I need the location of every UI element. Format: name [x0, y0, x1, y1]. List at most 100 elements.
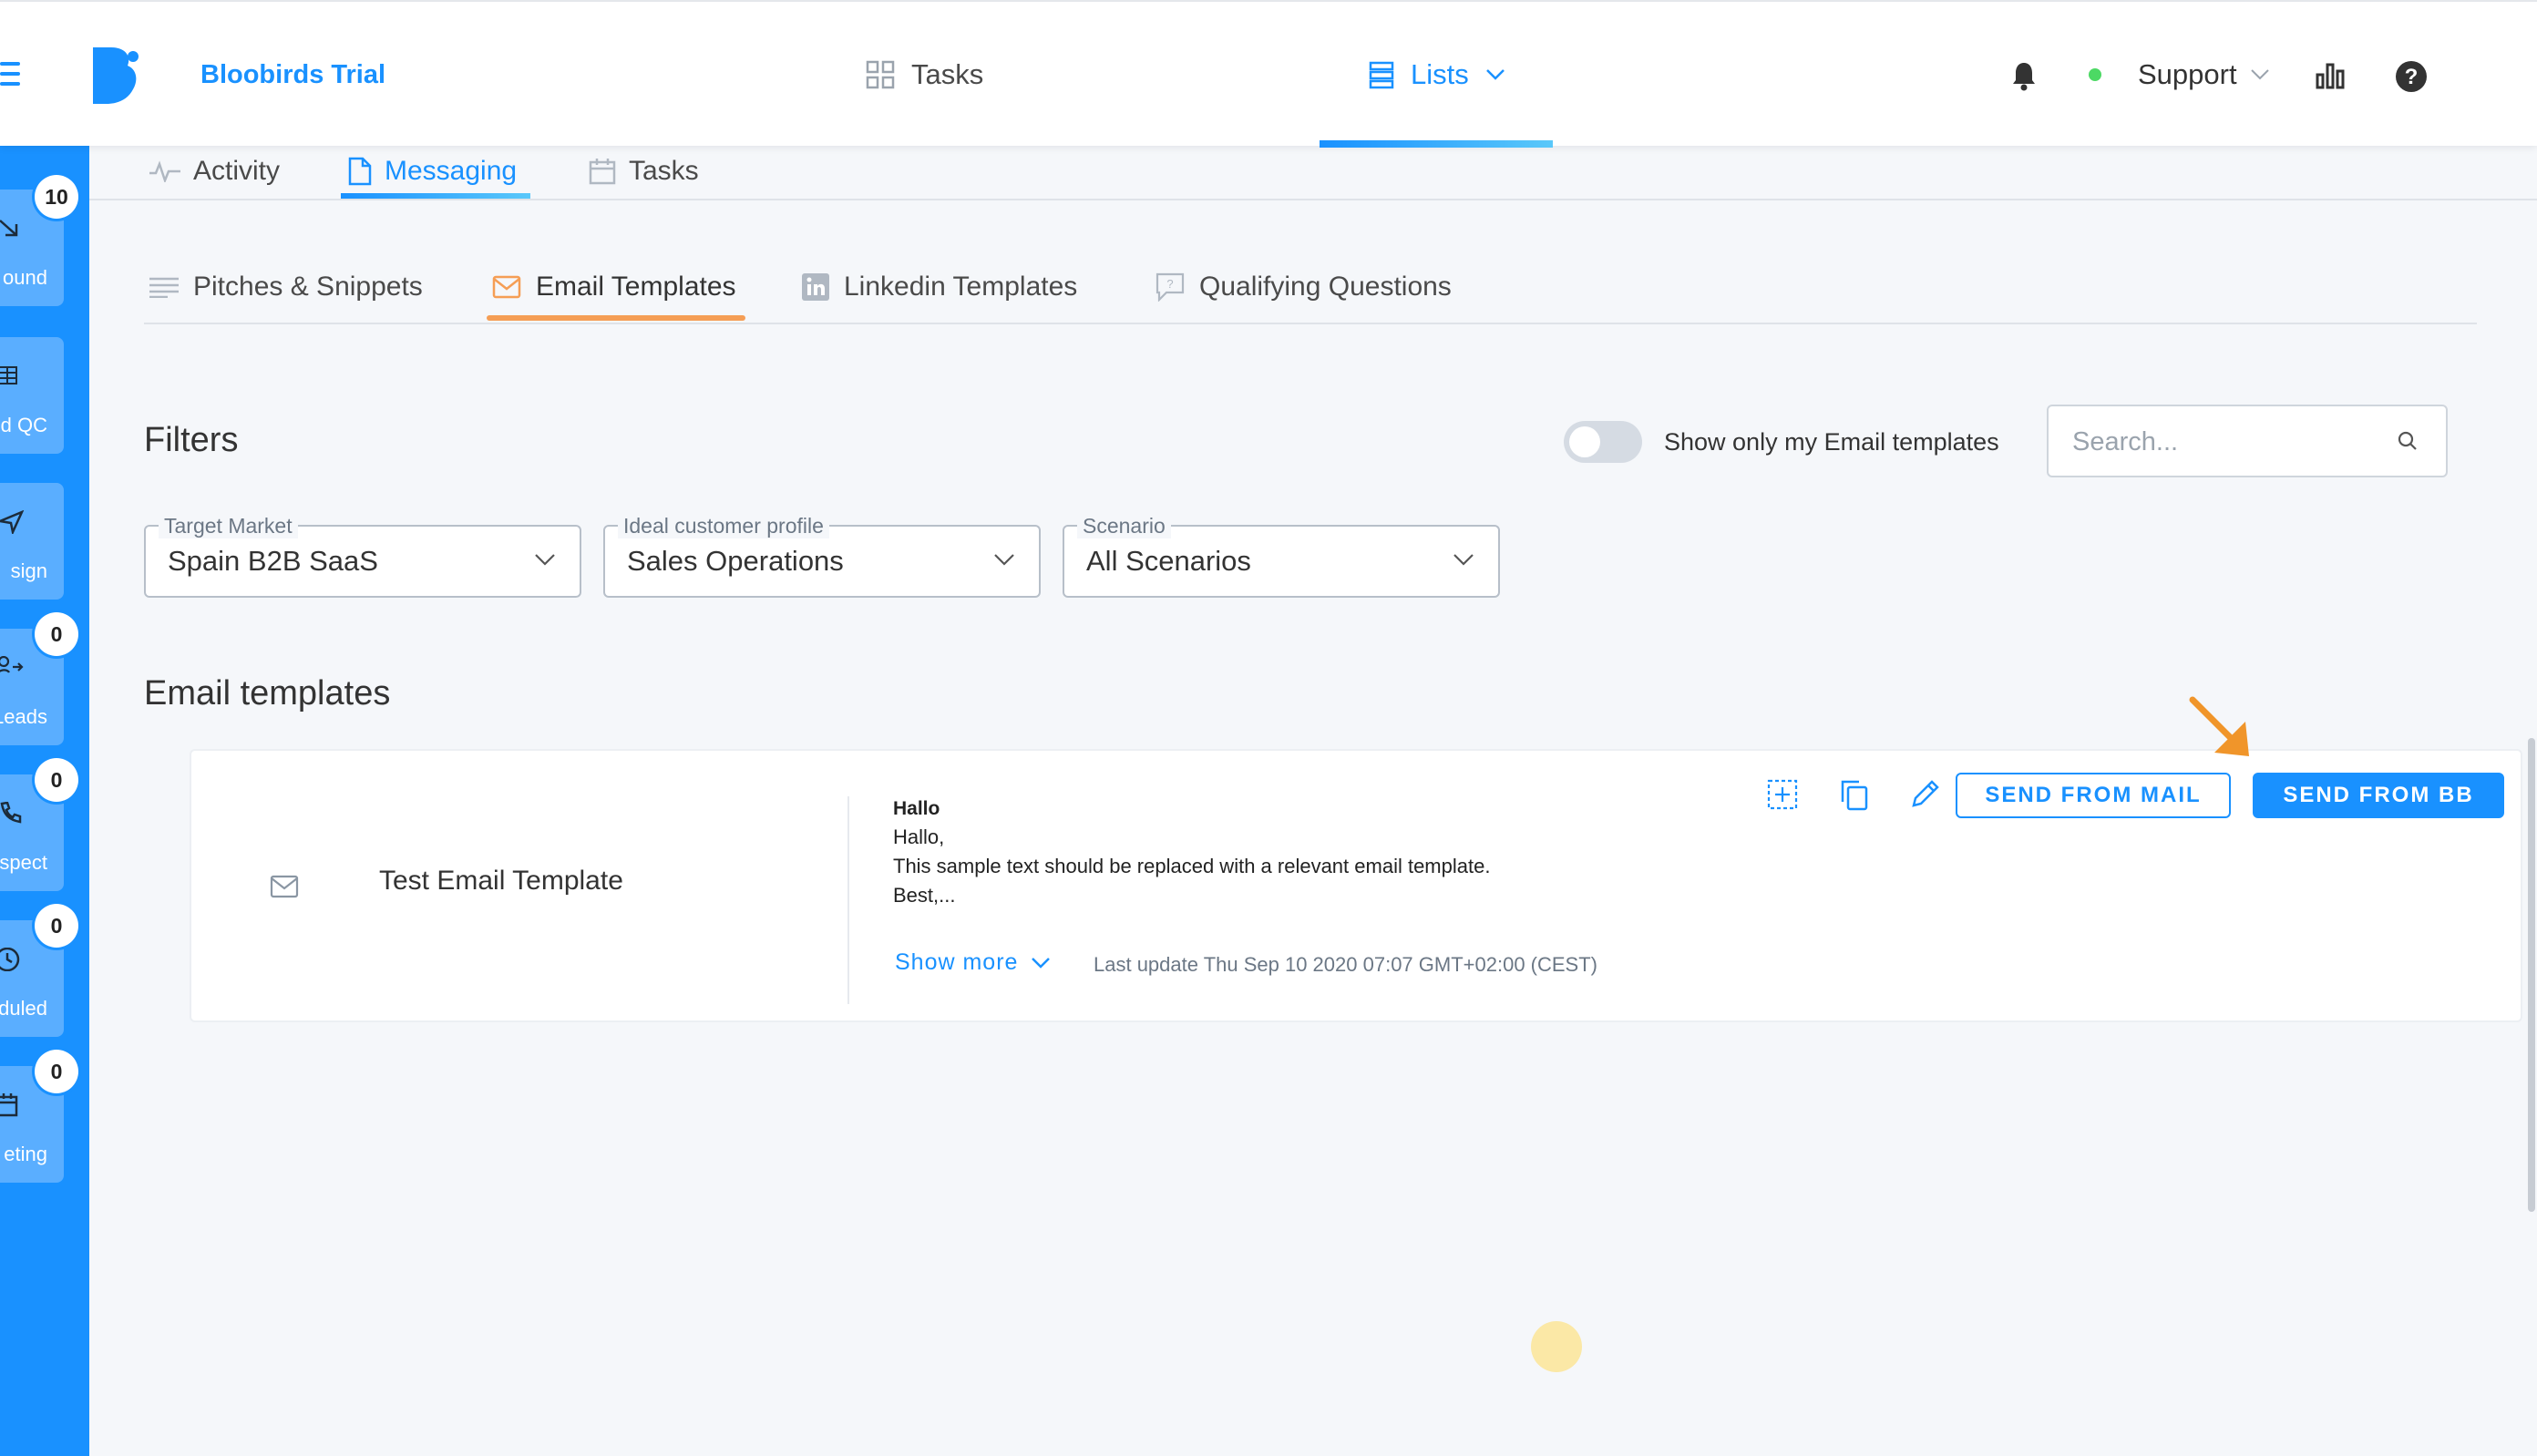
template-name: Test Email Template [379, 866, 623, 896]
tab-tasks[interactable]: Tasks [589, 146, 699, 197]
cursor-highlight [1531, 1321, 1582, 1372]
ideal-customer-profile-select[interactable]: Ideal customer profile Sales Operations [603, 514, 1041, 598]
calendar-icon [589, 159, 616, 185]
show-more-link[interactable]: Show more [895, 949, 1051, 976]
list-icon [1369, 61, 1394, 89]
tab-label: Messaging [385, 156, 518, 186]
my-templates-toggle[interactable] [1564, 421, 1642, 463]
document-icon [348, 157, 372, 186]
template-body-line: Best,... [893, 884, 956, 907]
divider [847, 796, 849, 1004]
tab-label: Activity [193, 156, 281, 186]
select-label: Ideal customer profile [618, 514, 829, 538]
user-arrow-icon [0, 656, 24, 673]
sidebar-item-label: eduled [0, 997, 47, 1020]
sidebar-item-label: sign [10, 559, 47, 582]
count-badge: 10 [35, 175, 78, 219]
chevron-down-icon [2250, 69, 2269, 80]
template-card: Test Email Template Hallo Hallo, This sa… [190, 749, 2522, 1022]
tab-activity[interactable]: Activity [149, 146, 280, 197]
menu-icon[interactable] [0, 62, 20, 86]
chevron-down-icon [1485, 69, 1505, 80]
mail-icon [270, 875, 299, 898]
send-from-mail-button[interactable]: SEND FROM MAIL [1956, 773, 2231, 818]
select-label: Scenario [1077, 514, 1171, 538]
tab-label: Tasks [629, 156, 699, 186]
lines-icon [149, 277, 179, 298]
active-tab-indicator [341, 193, 530, 199]
sidebar-item-label: spect [0, 851, 47, 874]
scrollbar[interactable] [2528, 738, 2535, 1212]
tab-pitches-snippets[interactable]: Pitches & Snippets [149, 264, 423, 310]
tab-qualifying-questions[interactable]: ? Qualifying Questions [1156, 264, 1452, 310]
count-badge: 0 [35, 1050, 78, 1093]
tab-label: Qualifying Questions [1199, 272, 1452, 302]
edit-pencil-icon[interactable] [1908, 778, 1941, 811]
user-menu[interactable]: Support [2089, 58, 2270, 91]
text-fade [893, 906, 1531, 915]
nav-lists-label: Lists [1411, 58, 1469, 90]
nav-tasks[interactable]: Tasks [866, 58, 983, 91]
template-body-line: Hallo, [893, 825, 945, 848]
top-bar: Bloobirds Trial Tasks Lists Support ? [0, 0, 2537, 148]
pointer-arrow-icon [2189, 696, 2249, 756]
select-value: All Scenarios [1086, 545, 1251, 577]
scenario-select[interactable]: Scenario All Scenarios [1063, 514, 1500, 598]
brand-name[interactable]: Bloobirds Trial [200, 60, 385, 90]
send-icon [0, 510, 24, 534]
sidebar-item-label: ound [3, 266, 47, 289]
copy-icon[interactable] [1839, 778, 1870, 811]
chevron-down-icon [1032, 957, 1051, 969]
sidebar-item-qc[interactable]: d QC [0, 337, 64, 454]
sidebar-item-label: eting [4, 1143, 47, 1165]
active-nav-indicator [1320, 140, 1553, 148]
clock-icon [0, 948, 20, 971]
active-template-tab-indicator [487, 315, 745, 321]
tab-label: Pitches & Snippets [193, 272, 423, 302]
bar-chart-icon[interactable] [2315, 62, 2346, 89]
select-value: Spain B2B SaaS [168, 545, 378, 577]
filters-title: Filters [144, 421, 239, 459]
arrow-down-right-icon [0, 220, 18, 237]
target-market-select[interactable]: Target Market Spain B2B SaaS [144, 514, 581, 598]
svg-text:?: ? [1166, 277, 1173, 291]
svg-text:?: ? [2405, 65, 2419, 89]
tab-label: Email Templates [536, 272, 736, 302]
template-subject: Hallo [893, 798, 940, 819]
tab-linkedin-templates[interactable]: Linkedin Templates [802, 264, 1077, 310]
search-input[interactable] [2072, 423, 2373, 461]
chevron-down-icon [1453, 554, 1474, 566]
add-to-template-icon[interactable] [1766, 778, 1799, 811]
activity-icon [149, 160, 180, 182]
calendar-icon [0, 1093, 18, 1117]
tab-email-templates[interactable]: Email Templates [492, 264, 736, 310]
user-name: Support [2138, 58, 2237, 90]
send-from-bb-button[interactable]: SEND FROM BB [2253, 773, 2504, 818]
select-label: Target Market [159, 514, 298, 538]
lead-subtabs: Activity Messaging Tasks [89, 146, 2537, 200]
sidebar-item-assign[interactable]: sign [0, 483, 64, 600]
sidebar-item-label: d QC [0, 414, 47, 436]
last-update: Last update Thu Sep 10 2020 07:07 GMT+02… [1094, 953, 1597, 976]
email-templates-title: Email templates [144, 674, 391, 713]
select-value: Sales Operations [627, 545, 844, 577]
chevron-down-icon [994, 554, 1014, 566]
search-box [2047, 405, 2448, 477]
bloobirds-logo-icon[interactable] [89, 47, 140, 104]
left-sidebar: ound 10 d QC sign Leads 0 spect 0 eduled… [0, 146, 89, 1456]
chevron-down-icon [535, 554, 555, 566]
template-body-line: This sample text should be replaced with… [893, 855, 1491, 877]
tab-label: Linkedin Templates [844, 272, 1078, 302]
help-icon[interactable]: ? [2395, 60, 2428, 93]
nav-lists[interactable]: Lists [1369, 58, 1505, 91]
search-icon[interactable] [2397, 430, 2419, 452]
grid-icon [866, 60, 895, 89]
linkedin-icon [802, 273, 829, 301]
toggle-label: Show only my Email templates [1664, 428, 1999, 456]
tab-messaging[interactable]: Messaging [348, 146, 517, 197]
online-status-icon [2089, 68, 2101, 81]
nav-tasks-label: Tasks [911, 58, 984, 90]
bell-icon[interactable] [2008, 60, 2039, 91]
sidebar-item-label: Leads [0, 705, 47, 728]
count-badge: 0 [35, 612, 78, 656]
